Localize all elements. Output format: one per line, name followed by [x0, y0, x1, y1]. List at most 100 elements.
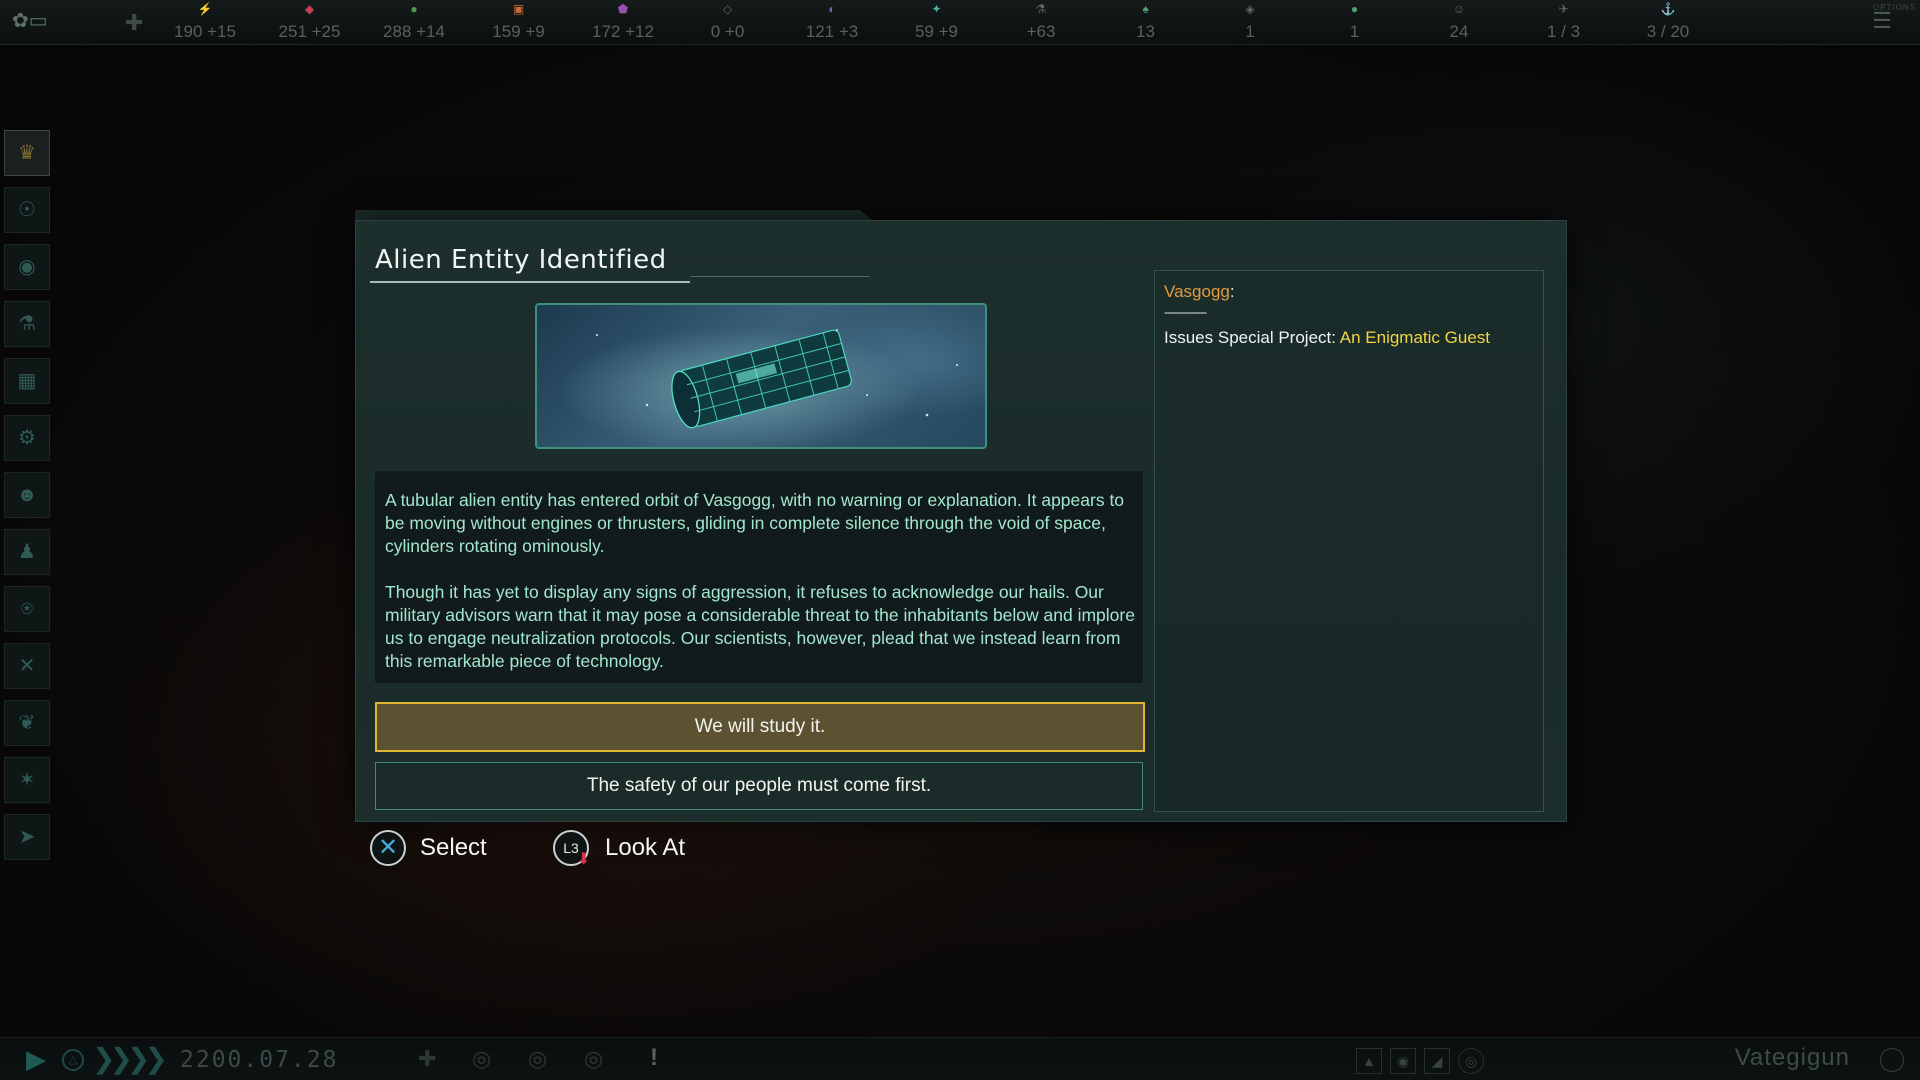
sidebar-item-species[interactable]: ♟ [4, 529, 50, 575]
resource-research[interactable]: ⚗ +63 [991, 2, 1091, 42]
influence-icon: ◐ [828, 2, 836, 16]
resource-trade[interactable]: ◈ 1 [1200, 2, 1300, 42]
effect-separator: -------------- [1164, 305, 1207, 319]
arrow-down-icon: ⬇ [577, 851, 591, 868]
gamepad-icon: ✚ [418, 1046, 437, 1071]
search-icon[interactable]: ◎ [528, 1046, 547, 1072]
unity-icon: ✦ [931, 2, 942, 16]
resource-value: 1 [1349, 22, 1360, 41]
event-description-box: A tubular alien entity has entered orbit… [375, 471, 1143, 683]
resource-influence[interactable]: ◐ 121 +3 [782, 2, 882, 42]
resource-value: 59 +9 [914, 22, 958, 41]
event-image [535, 303, 987, 449]
search-icon[interactable]: ◎ [472, 1046, 491, 1072]
emblem-icon: ⍟ [21, 598, 33, 620]
resource-value: +63 [1026, 22, 1056, 41]
title-underline-accent [690, 276, 870, 277]
description-paragraph-2: Though it has yet to display any signs o… [385, 582, 1135, 671]
leaf-icon: ❦ [18, 712, 36, 734]
sidebar-item-factions[interactable]: ☻ [4, 472, 50, 518]
masks-icon: ☻ [16, 484, 38, 506]
play-icon[interactable]: ▶ [26, 1044, 46, 1075]
sidebar-item-edicts[interactable]: ❦ [4, 700, 50, 746]
resource-value: 121 +3 [805, 22, 859, 41]
alert-icon[interactable]: ! [650, 1044, 658, 1072]
resource-food[interactable]: ● 288 +14 [364, 2, 464, 42]
empire-emblem-icon[interactable] [1880, 1048, 1904, 1072]
pops-icon: ☺ [1452, 2, 1466, 16]
minerals-icon: ◆ [304, 2, 315, 16]
search-icon[interactable]: ◎ [584, 1046, 603, 1072]
resource-value: 3 / 20 [1646, 22, 1690, 41]
resource-stability[interactable]: ♠ 13 [1096, 2, 1196, 42]
sidebar-item-ships[interactable]: ➤ [4, 814, 50, 860]
sidebar-item-planets[interactable]: ◉ [4, 244, 50, 290]
planets-icon: ◉ [18, 256, 36, 278]
description-paragraph-1: A tubular alien entity has entered orbit… [385, 490, 1125, 556]
ship-icon: ➤ [18, 826, 36, 848]
option-safety-button[interactable]: The safety of our people must come first… [375, 762, 1143, 810]
resource-planets[interactable]: ● 1 [1305, 2, 1405, 42]
resource-value: 288 +14 [383, 22, 445, 41]
resource-alloys[interactable]: ⬟ 172 +12 [573, 2, 673, 42]
effect-line: Issues Special Project: An Enigmatic Gue… [1164, 328, 1490, 348]
select-prompt[interactable]: ✕ Select [370, 828, 487, 868]
research-icon: ⚗ [1035, 2, 1047, 16]
title-underline [370, 281, 690, 283]
resource-value: 172 +12 [592, 22, 654, 41]
resource-naval-capacity[interactable]: ⚓ 3 / 20 [1618, 2, 1718, 42]
energy-icon: ⚡ [197, 2, 213, 16]
resource-pops[interactable]: ☺ 24 [1409, 2, 1509, 42]
effect-project-name: An Enigmatic Guest [1339, 328, 1491, 347]
contacts-icon: ☉ [18, 199, 36, 221]
game-speed-indicator[interactable]: ❯❯❯❯ [92, 1042, 168, 1075]
resource-unity[interactable]: ✦ 59 +9 [887, 2, 987, 42]
empire-flag-icon[interactable]: ✿▭ [12, 8, 72, 34]
trade-icon: ◈ [1245, 2, 1255, 16]
effect-prefix: Issues Special Project: [1164, 328, 1340, 347]
settings-icon[interactable]: ◎ [1458, 1048, 1484, 1074]
resource-value: 1 / 3 [1546, 22, 1581, 41]
empire-name: Vategigun [1734, 1044, 1850, 1071]
option-effects-panel: Vasgogg: -------------- Issues Special P… [1154, 270, 1544, 812]
resource-consumer-goods[interactable]: ▣ 159 +9 [469, 2, 569, 42]
naval-capacity-icon: ⚓ [1660, 2, 1676, 16]
select-prompt-label: Select [420, 834, 487, 861]
consumer-goods-icon: ▣ [512, 2, 525, 16]
route-icon[interactable]: ◢ [1424, 1048, 1450, 1074]
effect-planet-line: Vasgogg: [1164, 282, 1235, 302]
resource-bar: ✿▭ ✚ ⚡ 190 +15 ◆ 251 +25 ● 288 +14 ▣ 159 +9 ⬟ 172… [0, 0, 1920, 45]
menu-icon[interactable]: ☰ [1872, 8, 1892, 34]
resource-energy[interactable]: ⚡ 190 +15 [155, 2, 255, 42]
resource-value: 159 +9 [492, 22, 545, 41]
ship-view-icon[interactable]: ▲ [1356, 1048, 1382, 1074]
option-study-button[interactable]: We will study it. [375, 702, 1145, 752]
stars-icon: ✶ [18, 769, 36, 791]
resource-value: 13 [1136, 22, 1155, 41]
alien-cylinder-icon [596, 329, 958, 429]
sidebar-item-expansion[interactable]: ▦ [4, 358, 50, 404]
sidebar-item-government[interactable]: ♛ [4, 130, 50, 176]
cross-button-icon: ✕ [370, 830, 406, 866]
sidebar-item-research[interactable]: ⚗ [4, 301, 50, 347]
outliner-sidebar: ♛ ☉ ◉ ⚗ ▦ ⚙ ☻ ♟ ⍟ ✕ ❦ ✶ ➤ [4, 130, 52, 871]
resource-value: 24 [1449, 22, 1469, 41]
resource-value: 251 +25 [278, 22, 341, 41]
sidebar-item-contacts[interactable]: ☉ [4, 187, 50, 233]
starmap-icon[interactable]: ◉ [1390, 1048, 1416, 1074]
person-icon: ♟ [18, 541, 36, 563]
resource-minerals[interactable]: ◆ 251 +25 [260, 2, 360, 42]
resource-fleets[interactable]: ✈ 1 / 3 [1514, 2, 1614, 42]
swords-icon: ✕ [18, 655, 36, 677]
resource-strategic[interactable]: ◇ 0 +0 [678, 2, 778, 42]
sidebar-item-leaders[interactable]: ✶ [4, 757, 50, 803]
sidebar-item-traditions[interactable]: ⚙ [4, 415, 50, 461]
look-at-prompt-label: Look At [605, 834, 686, 861]
planets-icon: ● [1350, 2, 1359, 16]
event-dialog: Alien Entity Identified A tubular alien … [355, 220, 1567, 822]
look-at-prompt[interactable]: L3 ⬇ Look At [553, 828, 685, 868]
sidebar-item-situation-log[interactable]: ⍟ [4, 586, 50, 632]
alloys-icon: ⬟ [617, 2, 629, 16]
sidebar-item-military[interactable]: ✕ [4, 643, 50, 689]
resource-value: 1 [1245, 22, 1255, 41]
